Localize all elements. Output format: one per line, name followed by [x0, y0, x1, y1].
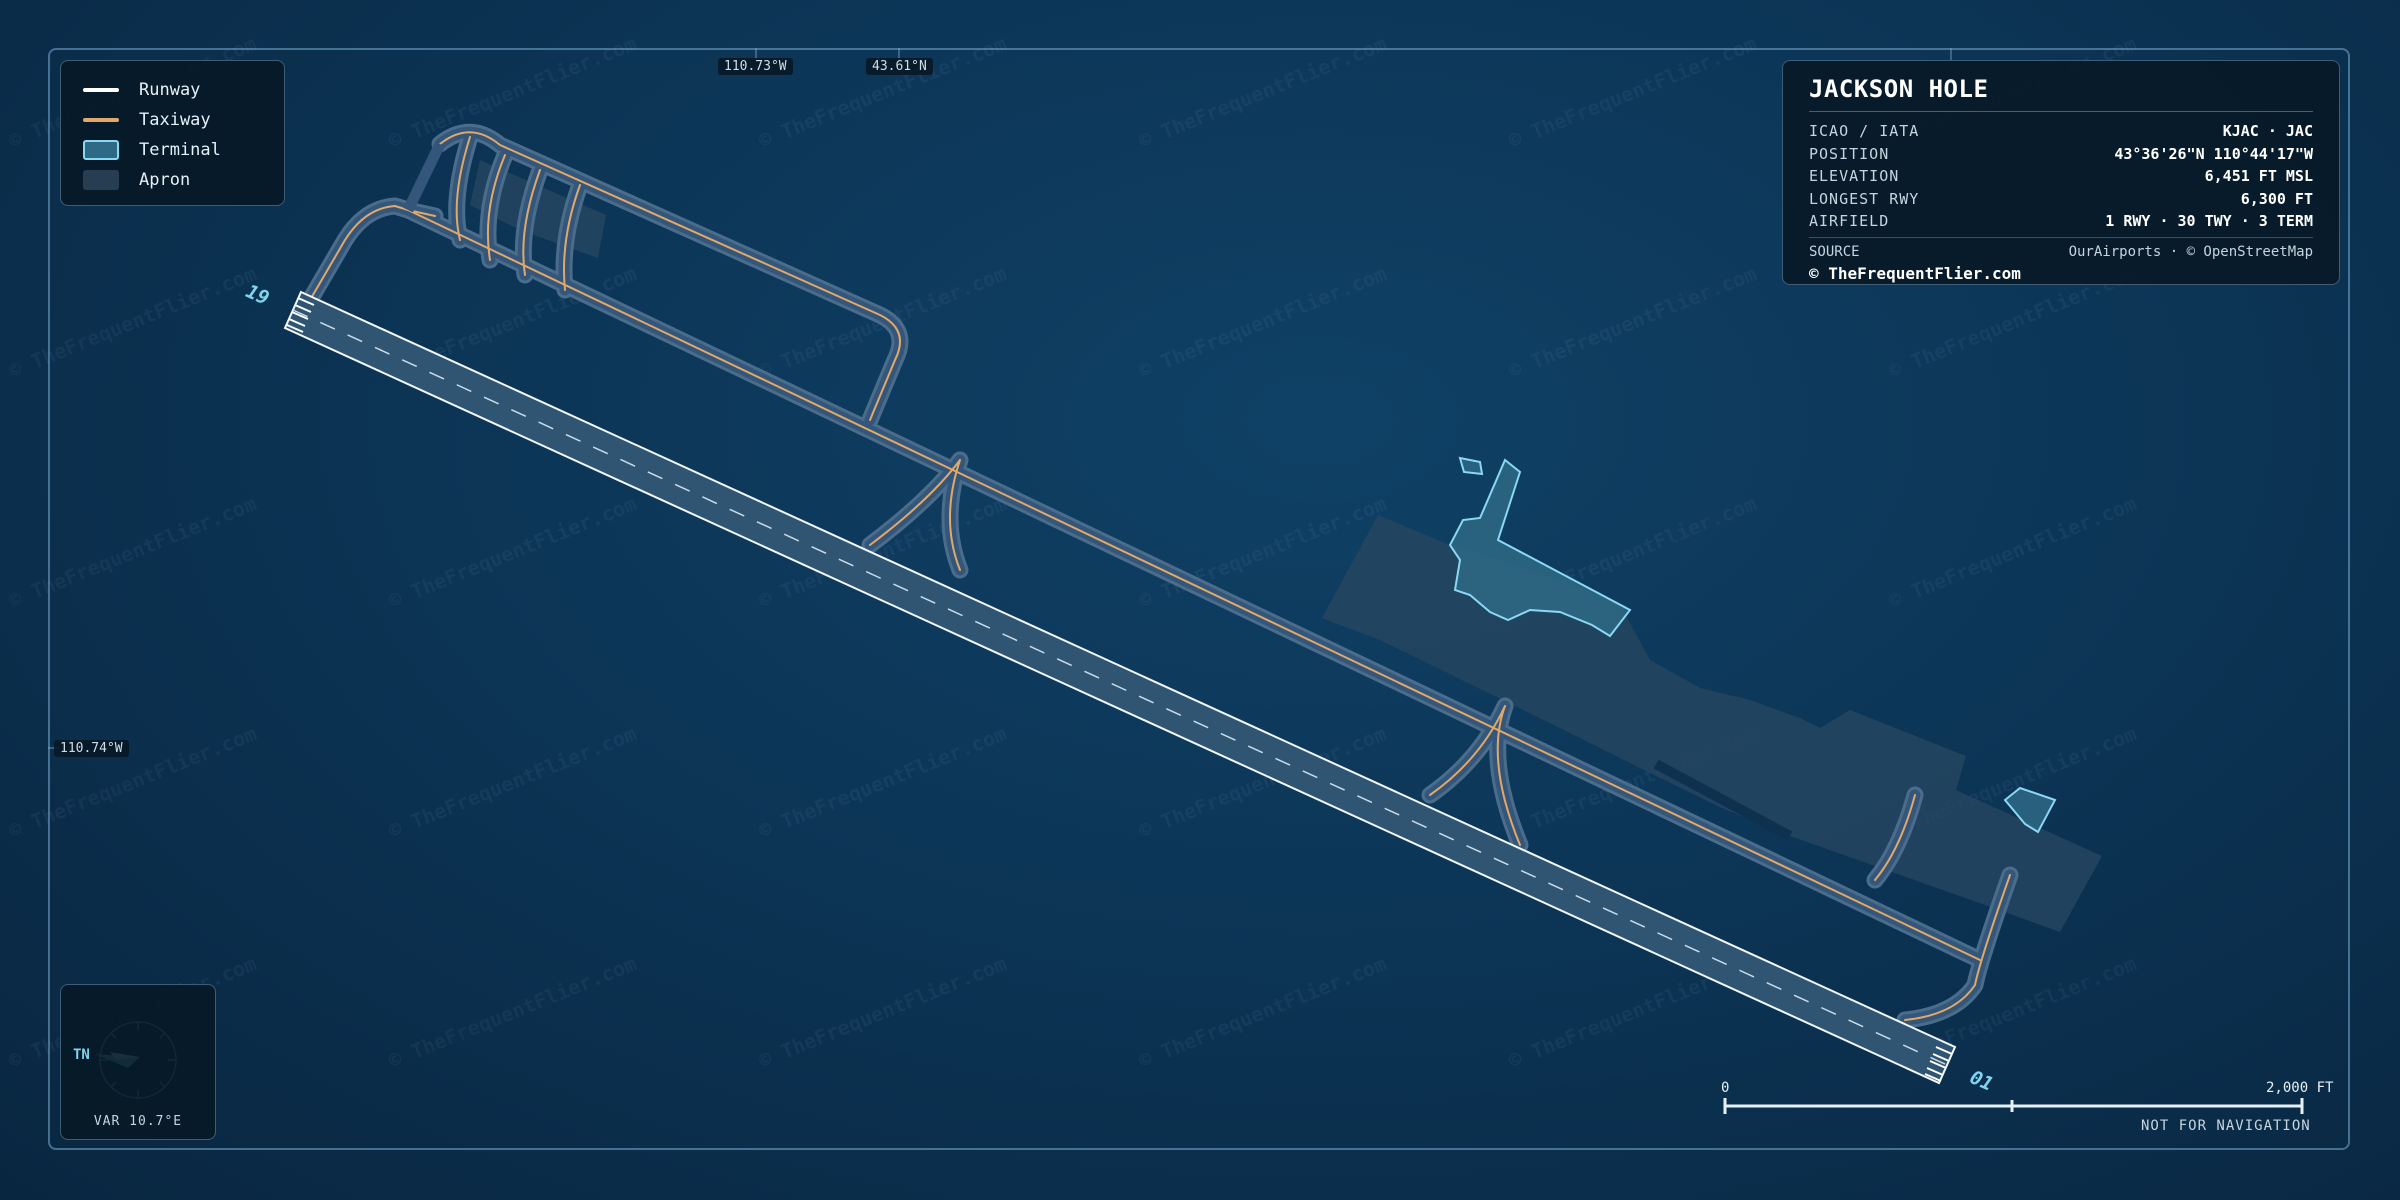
apron-main	[1322, 515, 2102, 932]
terminal-swatch	[83, 140, 119, 160]
info-value: 6,451 FT MSL	[2204, 167, 2313, 186]
legend-label: Apron	[139, 170, 191, 190]
copyright: © TheFrequentFlier.com	[1809, 263, 2021, 283]
legend-label: Runway	[139, 80, 201, 100]
info-value: 1 RWY · 30 TWY · 3 TERM	[2105, 212, 2313, 231]
info-key: LONGEST RWY	[1809, 189, 1920, 208]
info-value: KJAC · JAC	[2222, 122, 2313, 141]
info-row-elevation: ELEVATION 6,451 FT MSL	[1809, 165, 2313, 188]
magnetic-variation: VAR 10.7°E	[93, 1114, 183, 1129]
info-row-codes: ICAO / IATA KJAC · JAC	[1809, 120, 2313, 143]
info-row-airfield: AIRFIELD 1 RWY · 30 TWY · 3 TERM	[1809, 210, 2313, 233]
compass-panel: TN VAR 10.7°E	[60, 984, 216, 1140]
runway-swatch	[83, 88, 119, 92]
info-key: AIRFIELD	[1809, 212, 1890, 231]
info-row-position: POSITION 43°36'26"N 110°44'17"W	[1809, 143, 2313, 166]
source-value: OurAirports · © OpenStreetMap	[2068, 243, 2313, 260]
source-label: SOURCE	[1809, 243, 1860, 260]
legend-label: Taxiway	[139, 110, 211, 130]
airport-map: © TheFrequentFlier.com © TheFrequentFlie…	[0, 0, 2400, 1200]
not-for-navigation-notice: NOT FOR NAVIGATION	[2141, 1118, 2311, 1134]
info-key: ELEVATION	[1809, 167, 1900, 186]
info-value: 6,300 FT	[2240, 189, 2313, 208]
airport-info-panel: JACKSON HOLE ICAO / IATA KJAC · JAC POSIT…	[1782, 60, 2340, 285]
taxiway-swatch	[83, 118, 119, 122]
info-key: POSITION	[1809, 144, 1890, 163]
runway-01-19	[283, 290, 1957, 1085]
info-row-longest-runway: LONGEST RWY 6,300 FT	[1809, 188, 2313, 211]
apron-swatch	[83, 170, 119, 190]
longitude-label-left: 110.74°W	[54, 740, 129, 757]
longitude-label: 110.73°W	[718, 58, 793, 75]
scale-start-label: 0	[1721, 1080, 1730, 1096]
legend-item-taxiway: Taxiway	[83, 105, 262, 135]
terminal-small	[1458, 456, 1484, 476]
legend-item-terminal: Terminal	[83, 135, 262, 165]
map-legend: Runway Taxiway Terminal Apron	[60, 60, 285, 206]
legend-label: Terminal	[139, 140, 221, 160]
legend-item-runway: Runway	[83, 75, 262, 105]
latitude-label: 43.61°N	[866, 58, 933, 75]
airport-name: JACKSON HOLE	[1809, 75, 2313, 112]
info-key: ICAO / IATA	[1809, 122, 1920, 141]
true-north-label: TN	[73, 1047, 90, 1063]
info-value: 43°36'26"N 110°44'17"W	[2114, 144, 2313, 163]
legend-item-apron: Apron	[83, 165, 262, 195]
taxiway-north-loop	[403, 141, 445, 213]
info-source: SOURCE OurAirports · © OpenStreetMap	[1809, 236, 2313, 260]
scale-end-label: 2,000 FT	[2266, 1080, 2334, 1096]
scale-bar	[1723, 1098, 2304, 1114]
